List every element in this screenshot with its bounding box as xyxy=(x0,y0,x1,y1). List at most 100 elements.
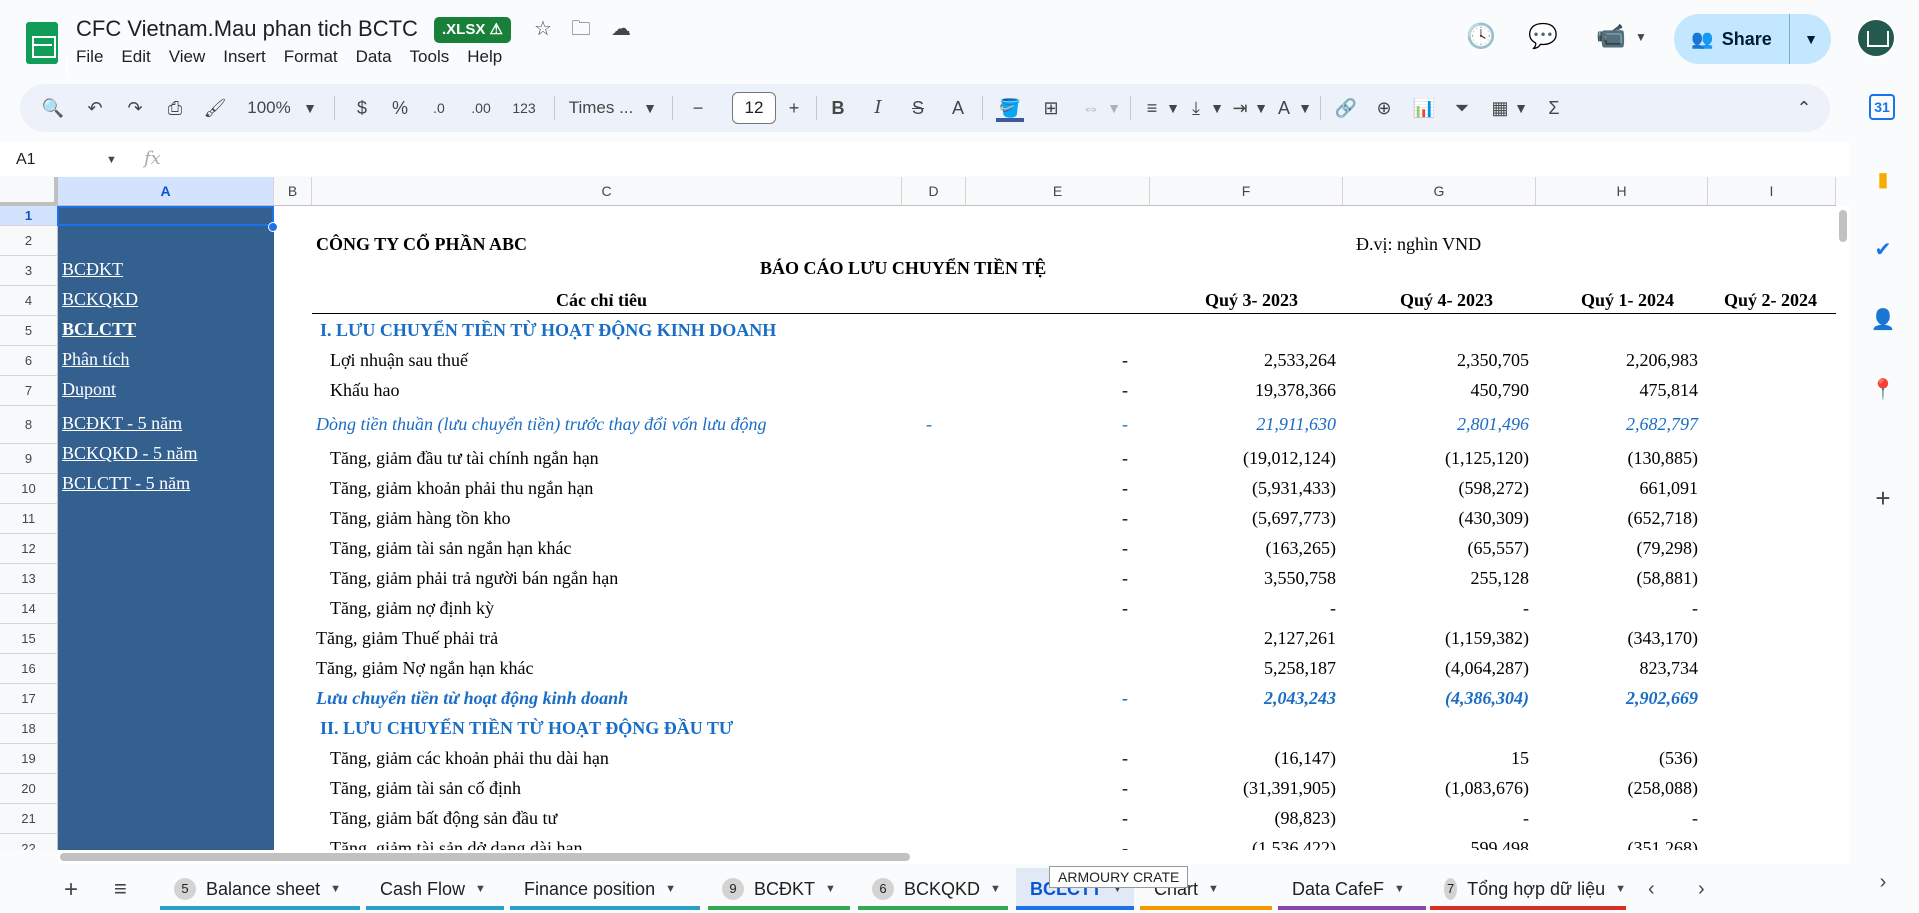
row-header-20[interactable]: 20 xyxy=(0,774,58,804)
merge-dropdown-icon[interactable]: ▼ xyxy=(1106,92,1122,124)
scroll-tabs-left-icon[interactable]: ‹ xyxy=(1648,878,1655,901)
sheet-tab[interactable]: 6 BCKQKD ▼ xyxy=(858,868,1008,910)
get-addons-icon[interactable]: + xyxy=(1867,482,1899,514)
horizontal-align-icon[interactable]: ≡ xyxy=(1138,92,1166,124)
vertical-scroll-thumb[interactable] xyxy=(1839,210,1847,242)
row-header-4[interactable]: 4 xyxy=(0,286,58,316)
nav-link-bcdkt[interactable]: BCĐKT xyxy=(62,259,123,280)
text-wrapping-icon[interactable]: ⇥ xyxy=(1226,92,1254,124)
collapse-menus-icon[interactable]: ⌃ xyxy=(1790,92,1818,124)
meet-dropdown-icon[interactable]: ▼ xyxy=(1624,20,1658,54)
italic-button[interactable]: I xyxy=(864,92,892,124)
sheets-logo-icon[interactable] xyxy=(26,22,68,76)
wrap-dropdown-icon[interactable]: ▼ xyxy=(1254,92,1268,124)
row-header-18[interactable]: 18 xyxy=(0,714,58,744)
menu-data[interactable]: Data xyxy=(356,47,392,67)
strikethrough-icon[interactable]: S xyxy=(904,92,932,124)
nav-link-bclctt-5-nam[interactable]: BCLCTT - 5 năm xyxy=(62,473,190,494)
row-header-16[interactable]: 16 xyxy=(0,654,58,684)
star-icon[interactable]: ☆ xyxy=(530,16,556,42)
row-header-15[interactable]: 15 xyxy=(0,624,58,654)
row-header-9[interactable]: 9 xyxy=(0,444,58,474)
column-header-d[interactable]: D xyxy=(902,177,966,206)
sheet-tab[interactable]: Data CafeF ▼ xyxy=(1278,868,1426,910)
font-size-input[interactable]: 12 xyxy=(732,92,776,124)
tasks-icon[interactable]: ✔ xyxy=(1867,234,1899,266)
row-header-1[interactable]: 1 xyxy=(0,206,58,226)
sheet-tab-dropdown-icon[interactable]: ▼ xyxy=(330,883,341,895)
keep-icon[interactable]: ▮ xyxy=(1867,164,1899,196)
nav-link-dupont[interactable]: Dupont xyxy=(62,379,116,400)
row-header-22[interactable]: 22 xyxy=(0,834,58,850)
row-header-8[interactable]: 8 xyxy=(0,406,58,444)
functions-icon[interactable]: Σ xyxy=(1540,92,1568,124)
account-avatar[interactable] xyxy=(1856,18,1896,58)
menu-edit[interactable]: Edit xyxy=(121,47,150,67)
scroll-tabs-right-icon[interactable]: › xyxy=(1698,878,1705,901)
sheet-tab[interactable]: 5 Balance sheet ▼ xyxy=(160,868,360,910)
column-header-c[interactable]: C xyxy=(312,177,902,206)
version-history-icon[interactable]: 🕓 xyxy=(1464,20,1498,54)
row-header-7[interactable]: 7 xyxy=(0,376,58,406)
row-header-21[interactable]: 21 xyxy=(0,804,58,834)
sheet-tab-dropdown-icon[interactable]: ▼ xyxy=(1615,883,1626,895)
filter-icon[interactable]: ⏷ xyxy=(1448,92,1476,124)
row-header-17[interactable]: 17 xyxy=(0,684,58,714)
row-header-14[interactable]: 14 xyxy=(0,594,58,624)
font-dropdown-icon[interactable]: ▼ xyxy=(642,92,658,124)
spreadsheet-grid[interactable]: A B C D E F G H I 1 2 3 4 5 6 7 8 9 10 1… xyxy=(0,177,1836,850)
sheet-tab-dropdown-icon[interactable]: ▼ xyxy=(1208,883,1219,895)
formula-input[interactable] xyxy=(180,148,1780,172)
calendar-icon[interactable]: 31 xyxy=(1869,94,1895,120)
sheet-tab-dropdown-icon[interactable]: ▼ xyxy=(475,883,486,895)
vertical-scrollbar[interactable] xyxy=(1836,206,1850,850)
row-header-19[interactable]: 19 xyxy=(0,744,58,774)
selection-handle[interactable] xyxy=(268,222,278,232)
font-family-select[interactable]: Times ... xyxy=(560,92,642,124)
menu-view[interactable]: View xyxy=(169,47,206,67)
nav-link-bckqkd-5-nam[interactable]: BCKQKD - 5 năm xyxy=(62,443,198,464)
comments-icon[interactable]: 💬 xyxy=(1526,20,1560,54)
all-sheets-icon[interactable]: ≡ xyxy=(114,876,127,902)
undo-icon[interactable]: ↶ xyxy=(80,92,110,124)
insert-link-icon[interactable]: 🔗 xyxy=(1332,92,1360,124)
insert-comment-icon[interactable]: ⊕ xyxy=(1370,92,1398,124)
currency-format-button[interactable]: $ xyxy=(350,92,374,124)
redo-icon[interactable]: ↷ xyxy=(120,92,150,124)
row-header-11[interactable]: 11 xyxy=(0,504,58,534)
active-cell-a1[interactable] xyxy=(57,206,274,226)
merge-cells-icon[interactable]: ⇔ xyxy=(1076,92,1106,124)
increase-font-size-icon[interactable]: + xyxy=(780,92,808,124)
menu-help[interactable]: Help xyxy=(467,47,502,67)
move-folder-icon[interactable]: 🗀 xyxy=(568,16,594,42)
filter-views-icon[interactable]: ▦ xyxy=(1486,92,1514,124)
nav-link-bckqkd[interactable]: BCKQKD xyxy=(62,289,138,310)
text-color-button[interactable]: A xyxy=(944,92,972,124)
percent-format-button[interactable]: % xyxy=(388,92,412,124)
column-header-e[interactable]: E xyxy=(966,177,1150,206)
row-header-2[interactable]: 2 xyxy=(0,226,58,256)
maps-icon[interactable]: 📍 xyxy=(1867,374,1899,406)
row-header-10[interactable]: 10 xyxy=(0,474,58,504)
add-sheet-icon[interactable]: + xyxy=(64,876,78,904)
column-header-f[interactable]: F xyxy=(1150,177,1343,206)
file-format-badge[interactable]: .XLSX ⚠ xyxy=(434,17,511,43)
sheet-tab-dropdown-icon[interactable]: ▼ xyxy=(990,883,1001,895)
sheet-tab[interactable]: Cash Flow ▼ xyxy=(366,868,504,910)
sheet-tab-dropdown-icon[interactable]: ▼ xyxy=(825,883,836,895)
menu-tools[interactable]: Tools xyxy=(410,47,450,67)
show-side-panel-icon[interactable]: › xyxy=(1867,866,1899,898)
nav-link-bcdkt-5-nam[interactable]: BCĐKT - 5 năm xyxy=(62,413,182,434)
contacts-icon[interactable]: 👤 xyxy=(1867,304,1899,336)
menu-insert[interactable]: Insert xyxy=(223,47,266,67)
sheet-tab-dropdown-icon[interactable]: ▼ xyxy=(1394,883,1405,895)
zoom-select[interactable]: 100% xyxy=(242,92,296,124)
vertical-align-icon[interactable]: ⤓ xyxy=(1182,92,1210,124)
sheet-tab[interactable]: 9 BCĐKT ▼ xyxy=(708,868,850,910)
row-header-12[interactable]: 12 xyxy=(0,534,58,564)
row-header-13[interactable]: 13 xyxy=(0,564,58,594)
menu-format[interactable]: Format xyxy=(284,47,338,67)
rotation-dropdown-icon[interactable]: ▼ xyxy=(1298,92,1312,124)
sheet-tab[interactable]: Finance position ▼ xyxy=(510,868,700,910)
increase-decimal-button[interactable]: .00 xyxy=(464,92,498,124)
